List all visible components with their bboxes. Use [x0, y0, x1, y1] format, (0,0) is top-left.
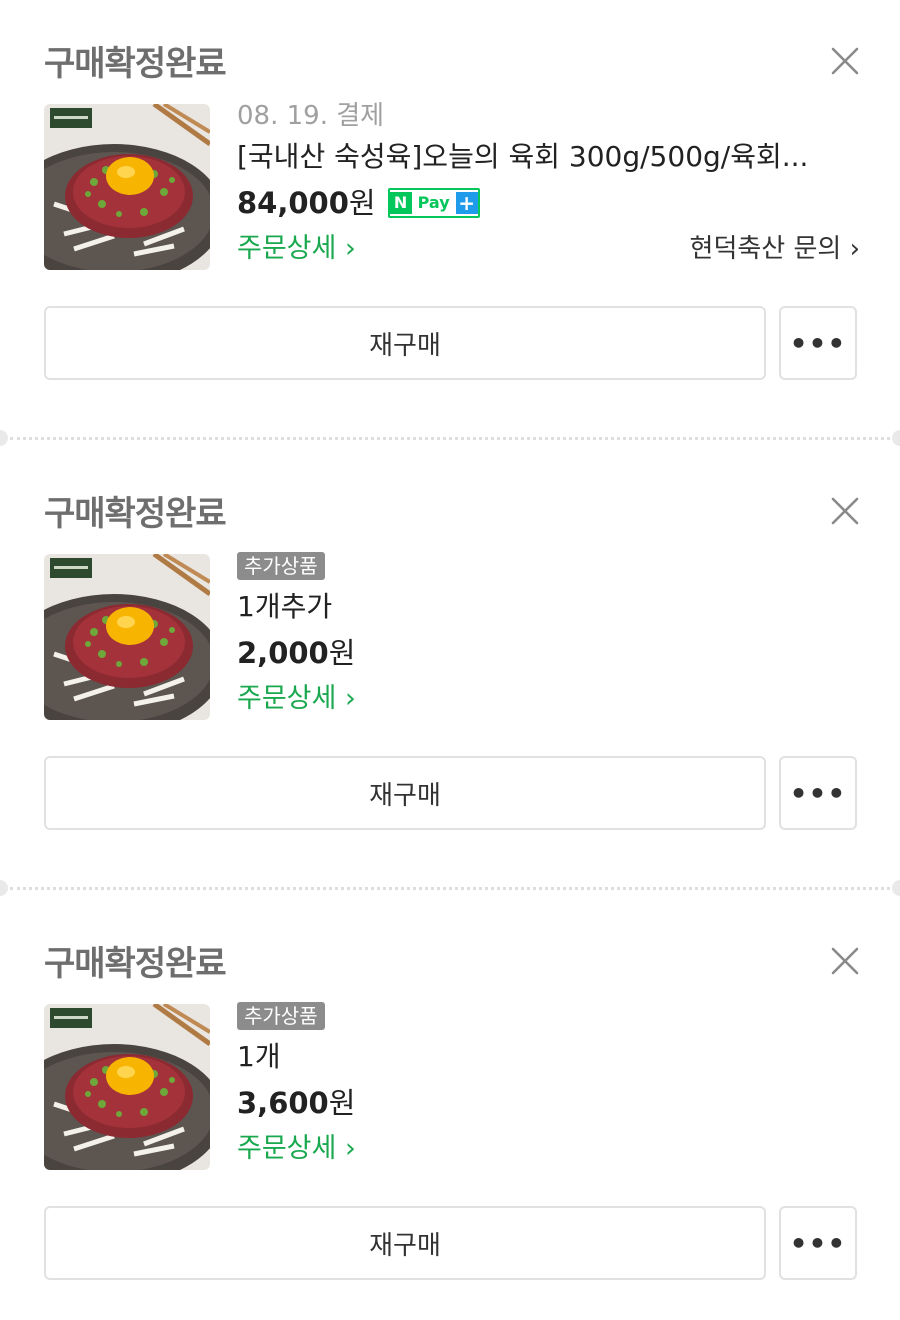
order-status-title: 구매확정완료 — [44, 494, 227, 534]
price-value: 2,000 — [237, 636, 329, 670]
more-icon[interactable]: ••• — [779, 306, 857, 380]
order-detail-link[interactable]: 주문상세 › — [237, 1126, 356, 1172]
price-row: 84,000 원 N Pay + — [237, 180, 860, 226]
product-thumbnail[interactable] — [44, 554, 210, 720]
order-info: 08. 19. 결제 [국내산 숙성육]오늘의 육회 300g/500g/육회.… — [237, 98, 860, 272]
npay-plus: + — [455, 192, 478, 214]
product-name[interactable]: 1개추가 — [237, 584, 840, 630]
order-card: 구매확정완료 — [0, 0, 900, 420]
price-row: 3,600 원 — [237, 1080, 860, 1126]
order-status-title: 구매확정완료 — [44, 44, 227, 84]
order-info: 추가상품 1개추가 2,000 원 주문상세 › — [237, 548, 860, 722]
links-row: 주문상세 › — [237, 676, 860, 722]
price-value: 3,600 — [237, 1086, 329, 1120]
links-row: 주문상세 › — [237, 1126, 860, 1172]
close-icon[interactable] — [826, 42, 864, 80]
more-icon[interactable]: ••• — [779, 756, 857, 830]
section-divider — [0, 880, 900, 896]
seller-inquiry-link[interactable]: 현덕축산 문의 › — [690, 226, 860, 272]
price-unit: 원 — [328, 636, 356, 670]
product-thumbnail[interactable] — [44, 1004, 210, 1170]
npay-logo: N Pay + — [387, 188, 480, 218]
addon-tag: 추가상품 — [237, 1002, 325, 1030]
addon-tag: 추가상품 — [237, 552, 325, 580]
price-value: 84,000 — [237, 186, 349, 220]
product-thumbnail[interactable] — [44, 104, 210, 270]
more-icon[interactable]: ••• — [779, 1206, 857, 1280]
price-unit: 원 — [328, 1086, 356, 1120]
npay-n: N — [389, 192, 412, 214]
order-card: 구매확정완료 — [0, 900, 900, 1320]
npay-pay: Pay — [417, 193, 450, 212]
rebuy-button[interactable]: 재구매 — [44, 306, 766, 380]
rebuy-button[interactable]: 재구매 — [44, 756, 766, 830]
rebuy-button[interactable]: 재구매 — [44, 1206, 766, 1280]
order-card: 구매확정완료 — [0, 450, 900, 870]
order-info: 추가상품 1개 3,600 원 주문상세 › — [237, 998, 860, 1172]
product-name[interactable]: 1개 — [237, 1034, 840, 1080]
price-unit: 원 — [348, 186, 376, 220]
close-icon[interactable] — [826, 492, 864, 530]
links-row: 주문상세 › 현덕축산 문의 › — [237, 226, 860, 272]
product-name[interactable]: [국내산 숙성육]오늘의 육회 300g/500g/육회... — [237, 134, 840, 180]
price-row: 2,000 원 — [237, 630, 860, 676]
section-divider — [0, 430, 900, 446]
order-detail-link[interactable]: 주문상세 › — [237, 676, 356, 722]
payment-date: 08. 19. 결제 — [237, 101, 385, 131]
order-status-title: 구매확정완료 — [44, 944, 227, 984]
order-detail-link[interactable]: 주문상세 › — [237, 226, 356, 272]
close-icon[interactable] — [826, 942, 864, 980]
